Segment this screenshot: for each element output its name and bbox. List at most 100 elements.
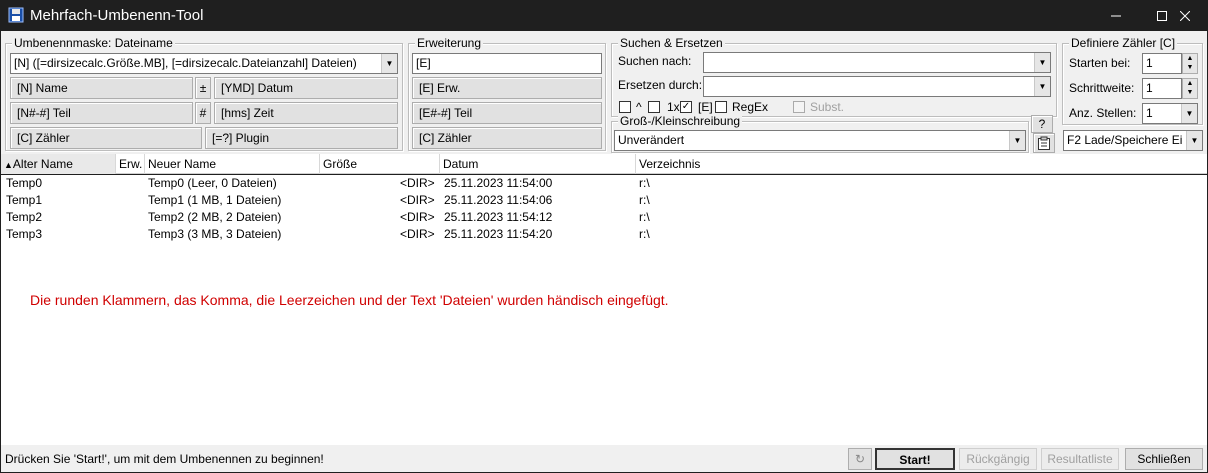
insert-extension-part-button[interactable]: [E#-#] Teil (412, 102, 602, 124)
directory-cell: r:\ (639, 210, 650, 224)
counter-step-label: Schrittweite: (1069, 81, 1135, 95)
chevron-down-icon[interactable]: ▼ (1034, 53, 1050, 72)
reload-icon: ↻ (854, 452, 866, 466)
find-label: Suchen nach: (618, 54, 692, 68)
filename-mask-legend: Umbenennmaske: Dateiname (12, 36, 175, 50)
case-combo[interactable]: Unverändert ▼ (614, 130, 1026, 151)
chevron-down-icon[interactable]: ▼ (1034, 77, 1050, 96)
table-row[interactable]: Temp0 Temp0 (Leer, 0 Dateien) <DIR> 25.1… (1, 175, 1207, 192)
caret-label: ^ (636, 100, 642, 114)
find-combo[interactable]: ▼ (703, 52, 1051, 73)
counter-start-spinner[interactable]: ▲ ▼ (1182, 53, 1198, 74)
case-value: Unverändert (618, 133, 685, 147)
regex-label: RegEx (732, 100, 769, 114)
insert-extension-counter-button[interactable]: [C] Zähler (412, 127, 602, 149)
load-save-value: F2 Lade/Speichere Ei (1067, 133, 1183, 147)
column-old-name-label: Alter Name (12, 157, 73, 171)
size-cell: <DIR> (400, 176, 435, 190)
subst-checkbox[interactable] (793, 101, 805, 113)
date-cell: 25.11.2023 11:54:00 (444, 176, 553, 190)
insert-extension-button[interactable]: [E] Erw. (412, 77, 602, 99)
close-icon (1180, 10, 1190, 21)
replace-combo[interactable]: ▼ (703, 76, 1051, 97)
new-name-cell: Temp3 (3 MB, 3 Dateien) (148, 227, 282, 241)
load-save-combo[interactable]: F2 Lade/Speichere Ei ▼ (1063, 130, 1203, 151)
help-button[interactable]: ? (1031, 115, 1053, 133)
counter-digits-combo[interactable]: 1 ▼ (1142, 103, 1198, 124)
date-cell: 25.11.2023 11:54:12 (444, 210, 553, 224)
counter-start-input[interactable]: 1 (1142, 53, 1182, 74)
extension-mask-input[interactable]: [E] (412, 53, 602, 74)
old-name-cell: Temp1 (6, 193, 43, 207)
case-legend: Groß-/Kleinschreibung (618, 114, 743, 128)
directory-cell: r:\ (639, 227, 650, 241)
sort-ascending-icon: ▲ (4, 160, 13, 170)
filename-mask-group: Umbenennmaske: Dateiname [N] ([=dirsizec… (5, 36, 403, 151)
insert-name-button[interactable]: [N] Name (10, 77, 193, 99)
new-name-cell: Temp0 (Leer, 0 Dateien) (148, 176, 277, 190)
column-extension[interactable]: Erw. (116, 154, 145, 174)
size-cell: <DIR> (400, 193, 435, 207)
counter-group: Definiere Zähler [C] Starten bei: 1 ▲ ▼ S… (1062, 36, 1203, 125)
filename-mask-combo[interactable]: [N] ([=dirsizecalc.Größe.MB], [=dirsizec… (10, 53, 398, 74)
insert-date-button[interactable]: [YMD] Datum (214, 77, 398, 99)
column-old-name[interactable]: ▲Alter Name (1, 154, 116, 174)
status-text: Drücken Sie 'Start!', um mit dem Umbenen… (5, 452, 324, 466)
table-row[interactable]: Temp2 Temp2 (2 MB, 2 Dateien) <DIR> 25.1… (1, 209, 1207, 226)
extension-group: Erweiterung [E] [E] Erw. [E#-#] Teil [C]… (408, 36, 606, 151)
options-panel: Umbenennmaske: Dateiname [N] ([=dirsizec… (1, 31, 1207, 154)
hash-button[interactable]: # (195, 102, 211, 124)
counter-step-spinner[interactable]: ▲ ▼ (1182, 78, 1198, 99)
counter-digits-value: 1 (1146, 106, 1153, 120)
date-cell: 25.11.2023 11:54:06 (444, 193, 553, 207)
insert-part-button[interactable]: [N#-#] Teil (10, 102, 193, 124)
insert-time-button[interactable]: [hms] Zeit (214, 102, 398, 124)
once-box-checkbox[interactable] (648, 101, 660, 113)
close-window-button[interactable] (1162, 0, 1208, 31)
annotation-note: Die runden Klammern, das Komma, die Leer… (30, 292, 669, 308)
replace-label: Ersetzen durch: (618, 78, 703, 92)
chevron-down-icon[interactable]: ▼ (1181, 104, 1197, 123)
reload-button[interactable]: ↻ (848, 448, 872, 470)
counter-start-label: Starten bei: (1069, 56, 1131, 70)
regex-checkbox[interactable] (715, 101, 727, 113)
results-list-button[interactable]: Resultatliste (1041, 448, 1119, 470)
clipboard-icon (1038, 136, 1050, 150)
chevron-down-icon[interactable]: ▼ (1009, 131, 1025, 150)
counter-step-input[interactable]: 1 (1142, 78, 1182, 99)
search-replace-group: Suchen & Ersetzen Suchen nach: ▼ Ersetze… (611, 36, 1057, 117)
insert-plugin-button[interactable]: [=?] Plugin (205, 127, 398, 149)
chevron-down-icon[interactable]: ▼ (381, 54, 397, 73)
minimize-button[interactable] (1093, 0, 1139, 31)
start-button[interactable]: Start! (875, 448, 955, 470)
column-date[interactable]: Datum (440, 154, 636, 174)
filename-mask-value: [N] ([=dirsizecalc.Größe.MB], [=dirsizec… (14, 56, 357, 70)
title-bar: Mehrfach-Umbenenn-Tool (0, 0, 1208, 31)
table-row[interactable]: Temp1 Temp1 (1 MB, 1 Dateien) <DIR> 25.1… (1, 192, 1207, 209)
undo-button[interactable]: Rückgängig (959, 448, 1037, 470)
counter-legend: Definiere Zähler [C] (1069, 36, 1178, 50)
caret-checkbox[interactable] (619, 101, 631, 113)
insert-counter-button[interactable]: [C] Zähler (10, 127, 202, 149)
once-checkbox[interactable]: ✓ (680, 101, 692, 113)
column-directory[interactable]: Verzeichnis (636, 154, 1207, 174)
column-new-name[interactable]: Neuer Name (145, 154, 320, 174)
old-name-cell: Temp3 (6, 227, 43, 241)
file-list-header: ▲Alter Name Erw. Neuer Name Größe Datum … (1, 154, 1207, 174)
extension-option-label: [E] (698, 100, 713, 114)
column-size[interactable]: Größe (320, 154, 440, 174)
file-list[interactable]: Temp0 Temp0 (Leer, 0 Dateien) <DIR> 25.1… (1, 175, 1207, 445)
directory-cell: r:\ (639, 176, 650, 190)
chevron-down-icon[interactable]: ▼ (1186, 131, 1202, 150)
search-replace-legend: Suchen & Ersetzen (618, 36, 725, 50)
settings-file-button[interactable] (1033, 133, 1055, 153)
extension-legend: Erweiterung (415, 36, 484, 50)
table-row[interactable]: Temp3 Temp3 (3 MB, 3 Dateien) <DIR> 25.1… (1, 226, 1207, 243)
close-button[interactable]: Schließen (1125, 448, 1203, 470)
size-cell: <DIR> (400, 210, 435, 224)
once-label: 1x (667, 100, 680, 114)
subst-label: Subst. (810, 100, 845, 114)
app-icon[interactable] (8, 7, 24, 23)
directory-cell: r:\ (639, 193, 650, 207)
plusminus-button[interactable]: ± (195, 77, 211, 99)
